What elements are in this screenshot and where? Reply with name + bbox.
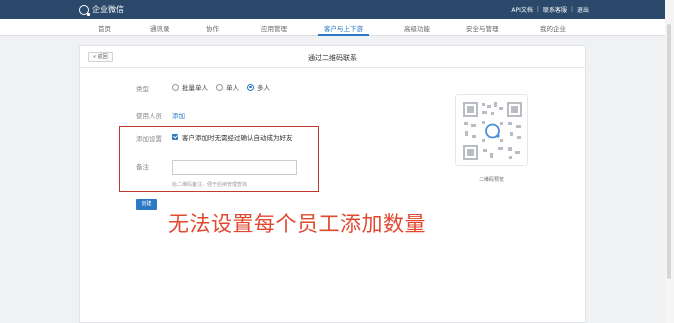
divider: | [570,6,573,13]
member-label: 使用人员 [136,112,162,120]
main-nav: 首页 通讯录 协作 应用管理 客户与上下游 高级功能 安全与管理 我的企业 [0,19,665,36]
type-label: 类型 [136,85,149,93]
scrollbar-thumb[interactable] [667,24,671,279]
radio-single-label: 单人 [226,84,239,92]
wework-logo-icon [79,4,90,16]
qr-code-icon [463,102,522,160]
annotation-text: 无法设置每个员工添加数量 [168,212,426,236]
type-radio-group: 批量单人 单人 多人 [172,82,278,92]
qr-caption: 二维码预览 [478,177,504,183]
top-bar: 企业微信 API文档 | 联系客服 | 退出 [0,0,665,19]
radio-batch-single[interactable] [172,83,179,91]
divider: | [536,6,539,13]
contact-support-link[interactable]: 联系客服 [543,5,567,14]
api-docs-link[interactable]: API文档 [511,5,533,14]
qr-preview [455,94,528,166]
nav-advanced[interactable]: 高级功能 [404,23,430,33]
nav-collaboration[interactable]: 协作 [206,23,219,33]
nav-contacts[interactable]: 通讯录 [150,23,170,33]
radio-batch-single-label: 批量单人 [182,84,208,92]
radio-multi[interactable] [247,83,254,91]
panel-header: « 返回 通过二维码联系 [80,46,585,68]
nav-my-company[interactable]: 我的企业 [540,23,566,33]
create-button[interactable]: 创建 [136,199,157,210]
nav-app-management[interactable]: 应用管理 [261,23,287,33]
app-logo[interactable]: 企业微信 [79,4,124,16]
page-title: 通过二维码联系 [308,54,357,62]
logout-link[interactable]: 退出 [577,5,589,14]
add-member-link[interactable]: 添加 [172,110,185,120]
annotation-highlight-box [119,126,319,192]
nav-customers[interactable]: 客户与上下游 [318,23,369,36]
nav-security[interactable]: 安全与管理 [466,23,499,33]
app-logo-text: 企业微信 [92,5,124,14]
radio-single[interactable] [216,83,223,91]
radio-multi-label: 多人 [257,84,270,92]
top-links: API文档 | 联系客服 | 退出 [511,5,589,14]
nav-home[interactable]: 首页 [98,23,111,33]
